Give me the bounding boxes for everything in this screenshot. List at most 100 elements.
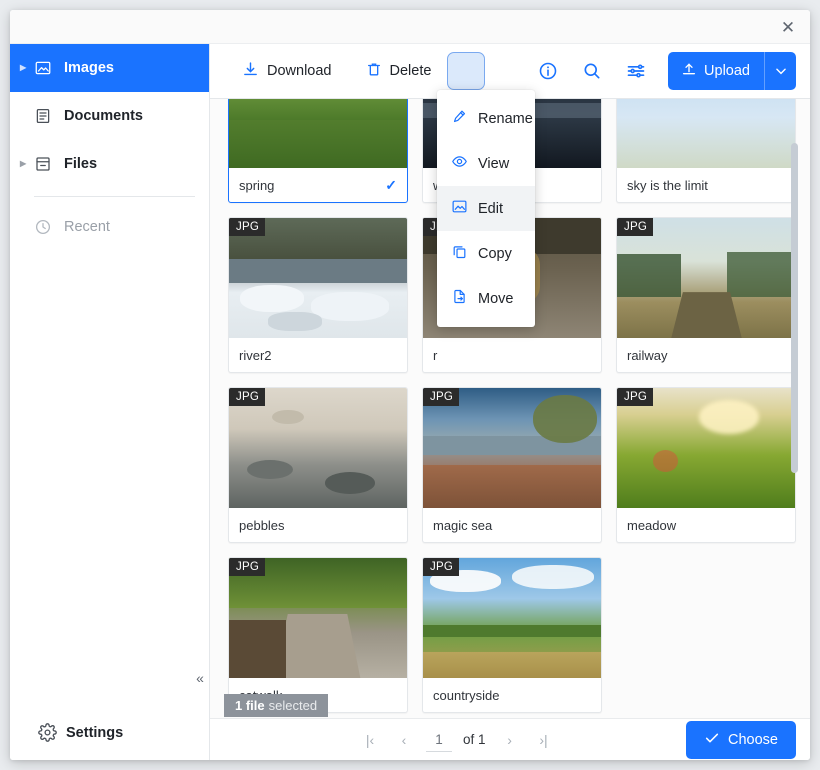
gear-icon: [38, 723, 66, 743]
close-icon[interactable]: ✕: [776, 15, 800, 39]
check-icon: [704, 730, 720, 750]
file-caption: sky is the limit: [617, 168, 795, 202]
file-type-badge: JPG: [229, 218, 265, 236]
last-page-button[interactable]: ›|: [529, 725, 559, 755]
status-badge: 1 file selected: [224, 694, 328, 717]
upload-button-group[interactable]: Upload: [668, 52, 796, 90]
file-name: meadow: [627, 518, 785, 533]
context-menu-item-rename[interactable]: Rename: [437, 96, 535, 141]
sidebar-item-images[interactable]: ▶ Images: [10, 44, 209, 92]
thumbnail-art: [423, 558, 601, 678]
file-caption: countryside: [423, 678, 601, 712]
document-icon: [34, 106, 60, 126]
clock-icon: [34, 217, 60, 237]
sidebar-item-documents[interactable]: Documents: [10, 92, 209, 140]
info-button[interactable]: [529, 52, 567, 90]
file-thumbnail: JPG: [617, 388, 795, 508]
file-caption: magic sea: [423, 508, 601, 542]
file-thumbnail: JPG: [423, 558, 601, 678]
file-thumbnail: [617, 99, 795, 168]
file-tile[interactable]: spring✓: [228, 99, 408, 203]
prev-page-button[interactable]: ‹: [389, 725, 419, 755]
file-thumbnail: JPG: [229, 218, 407, 338]
context-menu-item-move[interactable]: Move: [437, 276, 535, 321]
pencil-icon: [451, 108, 468, 129]
file-thumbnail: JPG: [229, 558, 407, 678]
file-caption: meadow: [617, 508, 795, 542]
thumbnail-art: [617, 388, 795, 508]
collapse-sidebar-button[interactable]: «: [190, 668, 210, 688]
sidebar-item-label: Recent: [64, 219, 110, 235]
sidebar-divider: [34, 196, 195, 197]
scrollbar-track[interactable]: [797, 99, 804, 718]
more-actions-button[interactable]: [447, 52, 485, 90]
first-page-button[interactable]: |‹: [355, 725, 385, 755]
copy-icon: [451, 243, 468, 264]
file-thumbnail: [229, 99, 407, 168]
expand-caret-icon[interactable]: ▶: [20, 160, 34, 168]
scrollbar-thumb[interactable]: [791, 143, 798, 473]
choose-label: Choose: [728, 732, 778, 748]
download-icon: [242, 61, 259, 82]
file-tile[interactable]: JPG river2: [228, 217, 408, 373]
file-tile[interactable]: sky is the limit: [616, 99, 796, 203]
file-name: magic sea: [433, 518, 591, 533]
file-caption: river2: [229, 338, 407, 372]
search-button[interactable]: [573, 52, 611, 90]
file-tile[interactable]: JPG countryside: [422, 557, 602, 713]
expand-caret-icon[interactable]: ▶: [20, 64, 34, 72]
file-thumbnail: JPG: [229, 388, 407, 508]
delete-label: Delete: [390, 63, 432, 79]
upload-button[interactable]: Upload: [668, 52, 764, 90]
file-name: sky is the limit: [627, 178, 785, 193]
eye-icon: [451, 153, 468, 174]
file-tile[interactable]: JPG meadow: [616, 387, 796, 543]
file-caption: railway: [617, 338, 795, 372]
upload-icon: [681, 61, 697, 81]
file-name: spring: [239, 178, 385, 193]
file-thumbnail: JPG: [423, 388, 601, 508]
sidebar: ▶ Images Documents▶Files Recent « Settings: [10, 44, 210, 760]
context-menu-item-edit[interactable]: Edit: [437, 186, 535, 231]
file-name: countryside: [433, 688, 591, 703]
file-type-badge: JPG: [423, 558, 459, 576]
sidebar-item-label: Images: [64, 60, 114, 76]
file-manager-dialog: ✕ ▶ Images Documents▶Files Recent « Setting…: [10, 10, 810, 760]
filter-settings-button[interactable]: [617, 52, 655, 90]
page-total-label: of 1: [463, 732, 486, 747]
file-name: railway: [627, 348, 785, 363]
file-tile[interactable]: JPGrailway: [616, 217, 796, 373]
files-icon: [34, 154, 60, 174]
choose-button[interactable]: Choose: [686, 721, 796, 759]
sidebar-item-recent[interactable]: Recent: [10, 205, 209, 249]
context-menu-item-label: Move: [478, 291, 513, 307]
context-menu-item-label: View: [478, 156, 509, 172]
download-button[interactable]: Download: [232, 53, 342, 89]
page-input[interactable]: 1: [426, 728, 452, 752]
file-tile[interactable]: JPG pebbles: [228, 387, 408, 543]
thumbnail-art: [617, 99, 795, 168]
file-caption: pebbles: [229, 508, 407, 542]
file-caption: r: [423, 338, 601, 372]
thumbnail-art: [229, 218, 407, 338]
file-tile[interactable]: JPG magic sea: [422, 387, 602, 543]
context-menu-item-copy[interactable]: Copy: [437, 231, 535, 276]
image-icon: [34, 58, 60, 78]
file-tile[interactable]: JPGcatwalk: [228, 557, 408, 713]
footer: |‹ ‹ 1 of 1 › ›| Choose: [210, 718, 810, 760]
file-type-badge: JPG: [229, 388, 265, 406]
sidebar-item-files[interactable]: ▶Files: [10, 140, 209, 188]
download-label: Download: [267, 63, 332, 79]
delete-button[interactable]: Delete: [356, 53, 442, 89]
file-type-badge: JPG: [617, 388, 653, 406]
context-menu: Rename View EditCopy Move: [437, 90, 535, 327]
move-icon: [451, 288, 468, 309]
settings-label: Settings: [66, 725, 123, 741]
image-icon: [451, 198, 468, 219]
file-name: river2: [239, 348, 397, 363]
next-page-button[interactable]: ›: [495, 725, 525, 755]
chevron-down-icon[interactable]: [764, 52, 796, 90]
context-menu-item-view[interactable]: View: [437, 141, 535, 186]
status-count: 1 file: [235, 698, 265, 713]
sidebar-item-settings[interactable]: Settings: [10, 704, 210, 760]
